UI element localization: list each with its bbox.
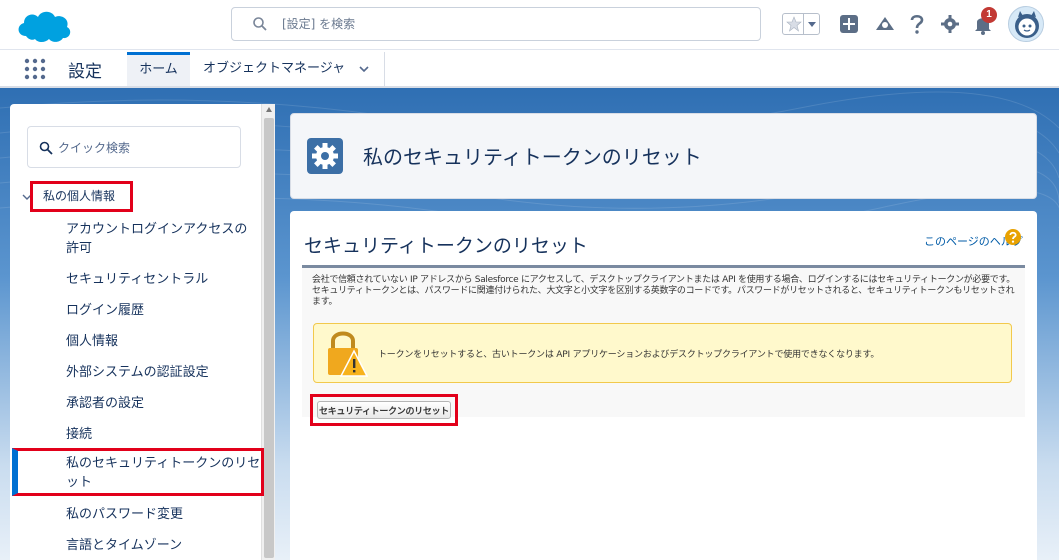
sidebar-item-language-timezone[interactable]: 言語とタイムゾーン (66, 536, 256, 555)
global-actions-button[interactable] (836, 10, 862, 38)
description-text: 会社で信頼されていない IP アドレスから Salesforce にアクセスして… (312, 275, 1015, 307)
favorites-divider (803, 14, 804, 34)
tab-object-manager-label: オブジェクトマネージャ (203, 61, 346, 76)
reset-security-token-button[interactable]: セキュリティトークンのリセット (317, 401, 451, 419)
sidebar-item-account-login-access[interactable]: アカウントログインアクセスの許可 (66, 220, 256, 258)
sidebar-item-connections[interactable]: 接続 (66, 425, 256, 444)
sidebar-section-personal-info[interactable]: 私の個人情報 (30, 181, 133, 212)
sidebar-item-personal-info[interactable]: 個人情報 (66, 332, 256, 351)
gear-icon (941, 15, 959, 33)
warning-text: トークンをリセットすると、古いトークンは API アプリケーションおよびデスクト… (378, 350, 880, 360)
global-header: 1 (0, 0, 1059, 50)
global-search-input[interactable] (282, 14, 742, 34)
page-header-card: 私のセキュリティトークンのリセット (290, 113, 1037, 199)
chevron-down-icon[interactable] (806, 17, 818, 31)
content-title: セキュリティトークンのリセット (304, 235, 588, 257)
trailhead-button[interactable] (872, 10, 898, 38)
user-avatar[interactable] (1008, 6, 1044, 42)
notification-badge: 1 (981, 7, 997, 23)
plus-icon (840, 15, 858, 33)
gear-icon (312, 143, 338, 169)
sidebar-item-approver-settings[interactable]: 承認者の設定 (66, 394, 256, 413)
sidebar-item-external-auth[interactable]: 外部システムの認証設定 (66, 363, 256, 382)
search-icon (39, 141, 53, 155)
setup-gear-tile (307, 138, 343, 174)
question-icon (910, 14, 924, 34)
quick-search[interactable] (27, 126, 241, 168)
star-icon[interactable] (786, 16, 802, 32)
setup-button[interactable] (937, 10, 963, 38)
sidebar-item-security-central[interactable]: セキュリティセントラル (66, 270, 256, 289)
quick-search-input[interactable] (58, 138, 228, 158)
global-search[interactable] (231, 7, 761, 41)
tab-object-manager[interactable]: オブジェクトマネージャ (190, 52, 385, 86)
page-title: 私のセキュリティトークンのリセット (363, 145, 702, 169)
chevron-down-icon[interactable] (358, 63, 370, 75)
astro-avatar-icon (1009, 7, 1043, 41)
salesforce-cloud-logo[interactable] (14, 6, 74, 46)
favorites-control[interactable] (782, 13, 820, 35)
help-circle-icon[interactable] (1004, 228, 1022, 246)
help-button[interactable] (904, 10, 930, 38)
app-launcher-icon[interactable] (24, 58, 46, 80)
app-name: 設定 (68, 62, 102, 82)
tab-home[interactable]: ホーム (127, 52, 190, 86)
app-navigation: 設定 ホーム オブジェクトマネージャ (0, 50, 1059, 88)
sidebar-item-change-password[interactable]: 私のパスワード変更 (66, 505, 256, 524)
warning-message: トークンをリセットすると、古いトークンは API アプリケーションおよびデスクト… (313, 323, 1012, 383)
search-icon (253, 17, 267, 31)
scrollbar-thumb[interactable] (264, 118, 274, 558)
trailhead-icon (876, 17, 894, 30)
content-card: セキュリティトークンのリセット このページのヘルプ 会社で信頼されていない IP… (290, 211, 1037, 560)
sidebar-item-login-history[interactable]: ログイン履歴 (66, 301, 256, 320)
scroll-up-arrow-icon[interactable] (265, 106, 273, 114)
sidebar-item-reset-security-token[interactable]: 私のセキュリティトークンのリセット (12, 448, 264, 496)
reset-button-highlight: セキュリティトークンのリセット (310, 394, 458, 426)
lock-warning-icon (328, 331, 368, 377)
description-panel: 会社で信頼されていない IP アドレスから Salesforce にアクセスして… (302, 265, 1025, 426)
